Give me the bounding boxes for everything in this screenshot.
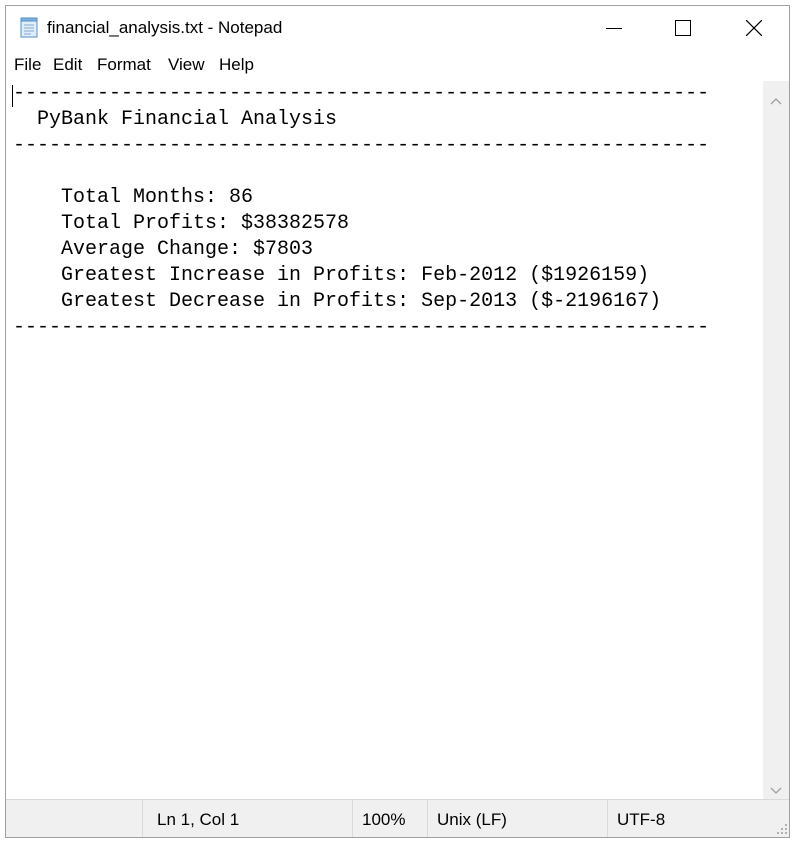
notepad-icon <box>18 16 40 38</box>
editor-content[interactable]: ----------------------------------------… <box>13 81 709 341</box>
status-divider <box>607 800 608 837</box>
maximize-icon <box>675 20 691 36</box>
status-divider <box>352 800 353 837</box>
editor-line: Greatest Decrease in Profits: Sep-2013 (… <box>13 290 662 313</box>
status-encoding: UTF-8 <box>617 810 666 829</box>
text-editor[interactable]: ----------------------------------------… <box>6 81 763 799</box>
menu-bar: File Edit Format View Help <box>6 51 789 79</box>
resize-grip-icon[interactable] <box>776 822 788 837</box>
maximize-button[interactable] <box>660 6 706 49</box>
menu-edit[interactable]: Edit <box>53 55 82 75</box>
minimize-icon <box>606 28 622 29</box>
status-line-ending: Unix (LF) <box>437 810 507 829</box>
editor-line: ----------------------------------------… <box>13 134 710 157</box>
menu-view[interactable]: View <box>168 55 205 75</box>
status-position: Ln 1, Col 1 <box>157 810 240 829</box>
notepad-window: financial_analysis.txt - Notepad File Ed… <box>5 5 790 838</box>
minimize-button[interactable] <box>591 6 637 49</box>
vertical-scrollbar[interactable] <box>763 81 789 800</box>
close-button[interactable] <box>731 6 777 49</box>
editor-line: Average Change: $7803 <box>13 238 314 261</box>
title-bar[interactable]: financial_analysis.txt - Notepad <box>6 6 789 49</box>
scroll-up-icon[interactable] <box>770 92 782 110</box>
status-zoom: 100% <box>362 810 406 829</box>
editor-line: Total Profits: $38382578 <box>13 212 350 235</box>
close-icon <box>746 20 762 36</box>
editor-line: ----------------------------------------… <box>13 316 710 339</box>
editor-line: Greatest Increase in Profits: Feb-2012 (… <box>13 264 650 287</box>
menu-format[interactable]: Format <box>97 55 151 75</box>
editor-line: PyBank Financial Analysis <box>13 108 338 131</box>
status-divider <box>142 800 143 837</box>
editor-line: ----------------------------------------… <box>13 82 710 105</box>
status-bar: Ln 1, Col 1 100% Unix (LF) UTF-8 <box>6 799 789 837</box>
scroll-down-icon[interactable] <box>770 782 782 800</box>
status-divider <box>427 800 428 837</box>
menu-help[interactable]: Help <box>219 55 254 75</box>
editor-line: Total Months: 86 <box>13 186 254 209</box>
menu-file[interactable]: File <box>14 55 41 75</box>
window-title: financial_analysis.txt - Notepad <box>47 18 283 37</box>
